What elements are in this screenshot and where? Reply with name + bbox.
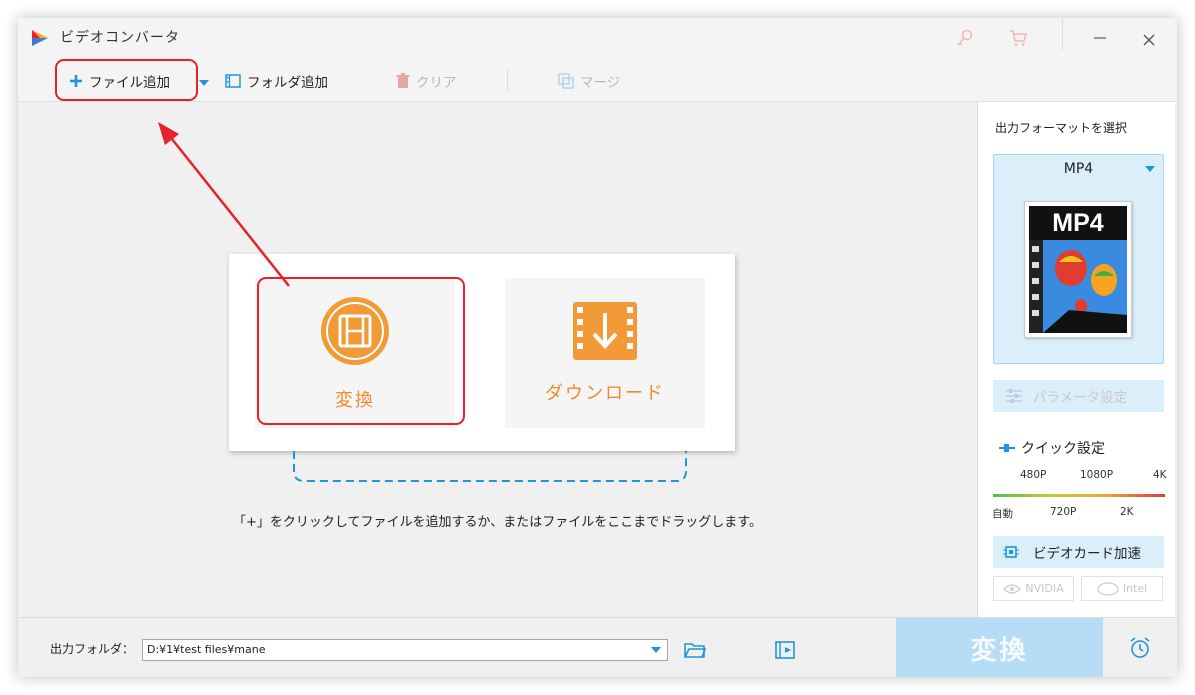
- app-window: ビデオコンバータ ファイル追加 フォルダ追加 クリア マージ 変換 ダウンロード…: [18, 18, 1177, 677]
- quality-tick-auto: 自動: [992, 508, 1013, 520]
- mp4-thumb-label: MP4: [1029, 206, 1127, 240]
- gpu-acceleration-label: ビデオカード加速: [1033, 546, 1141, 562]
- toolbar-divider: [507, 70, 508, 92]
- window-title: ビデオコンバータ: [60, 30, 180, 46]
- quality-tick-480p: 480P: [1020, 469, 1047, 481]
- download-tile-label: ダウンロード: [545, 383, 665, 404]
- intel-logo-icon: [1097, 581, 1119, 596]
- drop-zone-bracket: [293, 451, 687, 482]
- film-folder-icon: [225, 74, 241, 88]
- merge-label: マージ: [580, 75, 621, 91]
- title-bar: ビデオコンバータ: [18, 18, 1177, 60]
- annotation-highlight-convert: [257, 277, 465, 425]
- bottom-bar: 出力フォルダ： D:¥1¥test files¥mane 変換: [18, 617, 1177, 677]
- format-thumbnail: MP4: [1024, 201, 1132, 338]
- title-divider: [1062, 18, 1063, 50]
- chevron-down-icon[interactable]: [650, 646, 662, 654]
- format-selector[interactable]: MP4 MP4: [993, 154, 1164, 364]
- convert-button[interactable]: 変換: [896, 618, 1103, 677]
- add-folder-label: フォルダ追加: [247, 75, 328, 91]
- output-format-panel-inner: 出力フォーマットを選択 MP4 MP4 パラメータ設定 クイック設定 480P …: [977, 102, 1175, 617]
- sliders-icon: [1006, 389, 1022, 403]
- chevron-down-icon[interactable]: [1144, 165, 1156, 173]
- quick-settings-title: クイック設定: [999, 438, 1105, 458]
- gpu-acceleration-button[interactable]: ビデオカード加速: [993, 536, 1164, 568]
- quality-tick-2k: 2K: [1120, 506, 1134, 518]
- chip-icon: [1003, 546, 1019, 558]
- quick-settings-label: クイック設定: [1021, 441, 1105, 457]
- folder-open-icon[interactable]: [684, 641, 706, 659]
- slider-icon: [999, 444, 1015, 452]
- cart-icon[interactable]: [1008, 28, 1028, 48]
- download-tile[interactable]: ダウンロード: [505, 278, 705, 428]
- close-icon[interactable]: [1141, 32, 1157, 48]
- quality-tick-4k: 4K: [1153, 469, 1167, 481]
- output-format-title: 出力フォーマットを選択: [995, 121, 1128, 135]
- parameter-settings-button[interactable]: パラメータ設定: [993, 380, 1164, 412]
- clear-button[interactable]: クリア: [396, 71, 457, 91]
- trash-icon: [396, 73, 410, 88]
- output-folder-field[interactable]: D:¥1¥test files¥mane: [142, 639, 668, 661]
- format-name: MP4: [1063, 161, 1094, 177]
- nvidia-label: NVIDIA: [1025, 582, 1064, 595]
- minimize-icon[interactable]: [1092, 30, 1108, 46]
- nvidia-option[interactable]: NVIDIA: [993, 576, 1074, 601]
- add-folder-button[interactable]: フォルダ追加: [225, 71, 328, 91]
- quality-tick-720p: 720P: [1050, 506, 1077, 518]
- quality-tick-1080p: 1080P: [1080, 469, 1114, 481]
- film-open-icon[interactable]: [775, 640, 797, 660]
- main-area: 変換 ダウンロード 「+」をクリックしてファイルを追加するか、またはファイルをこ…: [18, 102, 977, 617]
- mp4-thumb-art: MP4: [1029, 206, 1127, 333]
- toolbar: ファイル追加 フォルダ追加 クリア マージ: [18, 59, 1177, 102]
- nvidia-logo-icon: [1003, 583, 1022, 594]
- film-download-icon: [573, 302, 637, 360]
- balloon-picture-icon: [1029, 240, 1127, 333]
- parameter-settings-label: パラメータ設定: [1033, 390, 1128, 406]
- intel-label: Intel: [1122, 582, 1148, 595]
- drop-hint-text: 「+」をクリックしてファイルを追加するか、またはファイルをここまでドラッグします…: [233, 515, 762, 530]
- output-format-panel: 出力フォーマットを選択 MP4 MP4 パラメータ設定 クイック設定 480P …: [977, 102, 1177, 617]
- key-icon[interactable]: [955, 28, 975, 48]
- annotation-highlight-add-file: [55, 59, 198, 101]
- intel-option[interactable]: Intel: [1081, 576, 1163, 601]
- chevron-down-icon[interactable]: [198, 79, 210, 87]
- merge-button[interactable]: マージ: [558, 71, 620, 91]
- alarm-clock-icon[interactable]: [1128, 636, 1152, 660]
- app-logo-icon: [32, 30, 48, 46]
- merge-icon: [558, 73, 574, 89]
- output-folder-label: 出力フォルダ：: [50, 642, 135, 656]
- quality-slider[interactable]: [993, 494, 1165, 497]
- clear-label: クリア: [416, 75, 457, 91]
